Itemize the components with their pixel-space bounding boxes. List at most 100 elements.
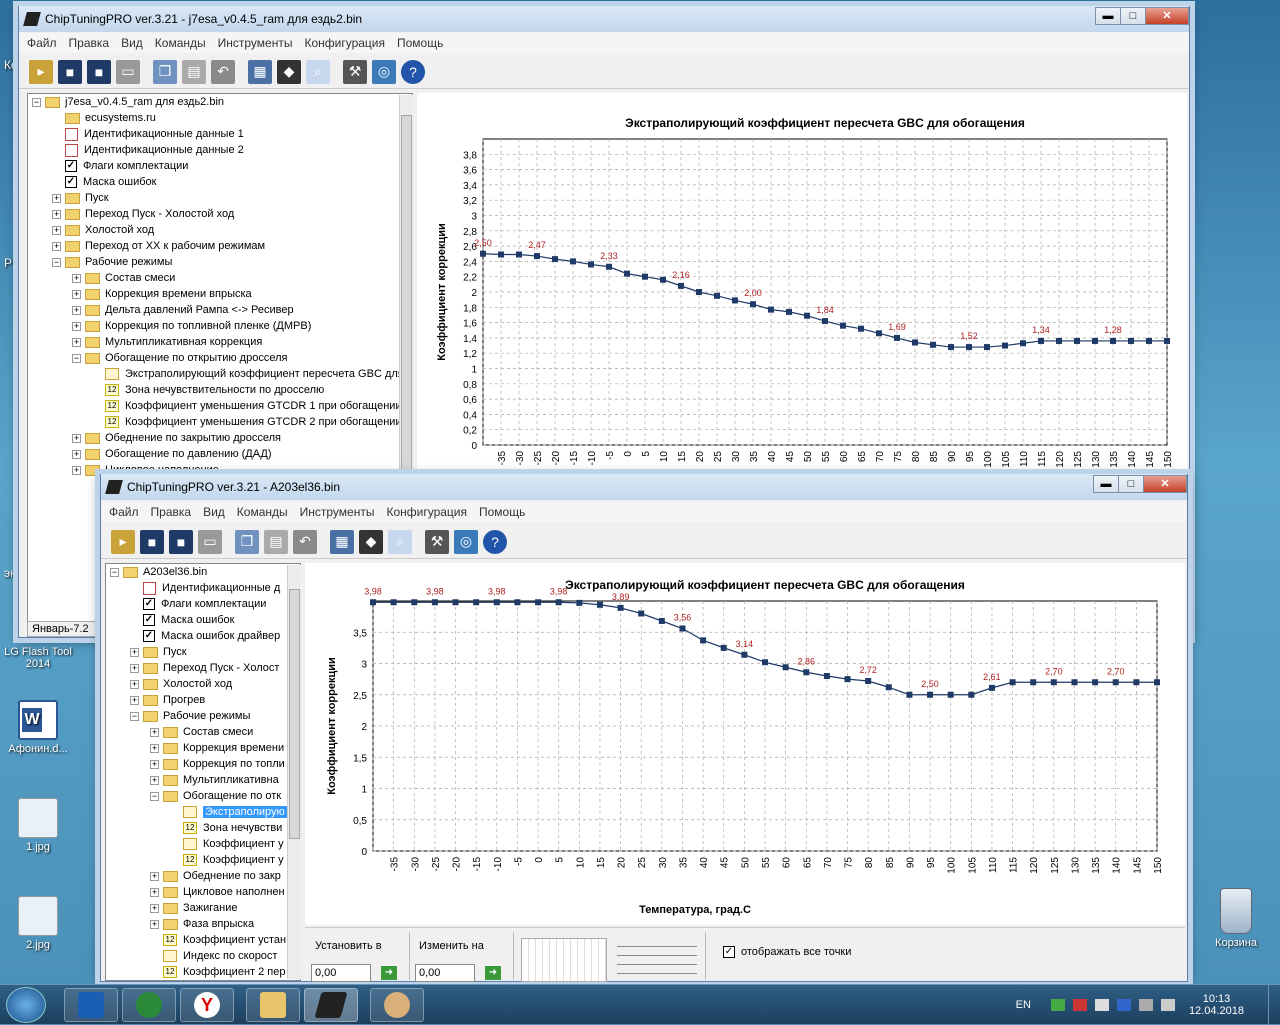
taskbar-yandex[interactable]: Y — [180, 988, 234, 1022]
tree-item[interactable]: 12 Зона нечувстви — [106, 820, 300, 836]
tree-item[interactable]: − Рабочие режимы — [106, 708, 300, 724]
expand-icon[interactable]: + — [150, 759, 159, 769]
expand-icon[interactable]: + — [52, 241, 61, 251]
taskbar-explorer[interactable] — [246, 988, 300, 1022]
tree-item[interactable]: 12 Зона нечувствительности по дросселю — [28, 382, 412, 398]
scroll-thumb[interactable] — [401, 115, 412, 495]
expand-icon[interactable]: + — [150, 919, 159, 929]
tree-item[interactable]: ecusystems.ru — [28, 110, 412, 126]
tree-item[interactable]: Идентификационные д — [106, 580, 300, 596]
tree-item[interactable]: Экстраполирую — [106, 804, 300, 820]
tree-item[interactable]: ✓ Флаги комплектации — [28, 158, 412, 174]
tree-item[interactable]: + Коррекция времени впрыска — [28, 286, 412, 302]
change-value-input[interactable]: 0,00 — [415, 964, 475, 982]
tree-item[interactable]: + Дельта давлений Рампа <-> Ресивер — [28, 302, 412, 318]
show-desktop-button[interactable] — [1268, 985, 1280, 1025]
expand-icon[interactable]: + — [130, 695, 139, 705]
menu-item[interactable]: Файл — [109, 505, 139, 519]
desktop-icon-1-jpg[interactable]: 1.jpg — [0, 798, 76, 853]
network-icon[interactable]: ◎ — [372, 59, 396, 84]
expand-icon[interactable]: + — [150, 743, 159, 753]
menu-item[interactable]: Команды — [155, 36, 206, 50]
tree-item[interactable]: + Пуск — [28, 190, 412, 206]
expand-icon[interactable]: + — [52, 193, 61, 203]
tree-item[interactable]: + Цикловое наполнен — [106, 884, 300, 900]
desktop-icon-lg-flash-tool[interactable]: LG Flash Tool 2014 — [0, 646, 76, 670]
expand-icon[interactable]: + — [72, 449, 81, 459]
tree-item[interactable]: + Мультипликативная коррекция — [28, 334, 412, 350]
menu-item[interactable]: Файл — [27, 36, 57, 50]
minimize-button[interactable]: ▬ — [1093, 475, 1119, 493]
tree-item[interactable]: + Прогрев — [106, 692, 300, 708]
language-indicator[interactable]: EN — [1016, 999, 1031, 1011]
tree-item[interactable]: 12 Коэффициент устан — [106, 932, 300, 948]
tree-item[interactable]: + Коррекция времени — [106, 740, 300, 756]
expand-icon[interactable]: + — [150, 887, 159, 897]
network-icon[interactable]: ◎ — [454, 529, 478, 554]
apply-set-arrow-icon[interactable]: ➜ — [381, 966, 397, 980]
tree-item[interactable]: + Переход Пуск - Холост — [106, 660, 300, 676]
save-icon[interactable]: ■ — [58, 59, 82, 84]
tree-item[interactable]: − Обогащение по открытию дросселя — [28, 350, 412, 366]
print-icon[interactable]: ▭ — [198, 529, 222, 554]
desktop-icon-recycle-bin[interactable]: Корзина — [1198, 888, 1274, 949]
search-icon[interactable]: ⌕ — [388, 529, 412, 554]
expand-icon[interactable]: + — [150, 871, 159, 881]
close-button[interactable]: ✕ — [1145, 7, 1189, 25]
tree-item[interactable]: + Переход Пуск - Холостой ход — [28, 206, 412, 222]
tree-item[interactable]: − Рабочие режимы — [28, 254, 412, 270]
set-value-input[interactable]: 0,00 — [311, 964, 371, 982]
expand-icon[interactable]: + — [72, 337, 81, 347]
expand-icon[interactable]: + — [52, 209, 61, 219]
tree-item[interactable]: + Обеднение по закр — [106, 868, 300, 884]
desktop-icon-word-document[interactable]: W Афонин.d... — [0, 700, 76, 755]
window1-titlebar[interactable]: ChipTuningPRO ver.3.21 - j7esa_v0.4.5_ra… — [19, 6, 1189, 32]
tree-item[interactable]: − j7esa_v0.4.5_ram для ездь2.bin — [28, 94, 412, 110]
expand-icon[interactable]: + — [130, 679, 139, 689]
tree-item[interactable]: Экстраполирующий коэффициент пересчета G… — [28, 366, 412, 382]
menu-item[interactable]: Правка — [151, 505, 192, 519]
print-icon[interactable]: ▭ — [116, 59, 140, 84]
collapse-icon[interactable]: − — [52, 257, 61, 267]
expand-icon[interactable]: + — [72, 433, 81, 443]
menu-item[interactable]: Конфигурация — [386, 505, 467, 519]
expand-icon[interactable]: + — [150, 775, 159, 785]
tree-item[interactable]: + Мультипликативна — [106, 772, 300, 788]
expand-icon[interactable]: + — [72, 321, 81, 331]
open-folder-icon[interactable]: ▸ — [29, 59, 53, 84]
tray-network-icon[interactable] — [1138, 999, 1153, 1011]
tray-app-icon[interactable] — [1050, 999, 1065, 1011]
desktop-icon-2-jpg[interactable]: 2.jpg — [0, 896, 76, 951]
tree-item[interactable]: ✓ Флаги комплектации — [106, 596, 300, 612]
close-button[interactable]: ✕ — [1143, 475, 1187, 493]
apply-change-arrow-icon[interactable]: ➜ — [485, 966, 501, 980]
tree-item[interactable]: 12 Коэффициент уменьшения GTCDR 1 при обо… — [28, 398, 412, 414]
save-as-icon[interactable]: ■ — [87, 59, 111, 84]
tree-item[interactable]: ✓ Маска ошибок драйвер — [106, 628, 300, 644]
taskbar-chiptuning[interactable] — [304, 988, 358, 1022]
chart-icon[interactable]: ▦ — [330, 529, 354, 554]
chart-icon[interactable]: ▦ — [248, 59, 272, 84]
tree-item[interactable]: Индекс по скорост — [106, 948, 300, 964]
menu-item[interactable]: Команды — [237, 505, 288, 519]
scroll-thumb[interactable] — [289, 589, 300, 839]
maximize-button[interactable]: □ — [1120, 7, 1146, 25]
tree-item[interactable]: + Обеднение по закрытию дросселя — [28, 430, 412, 446]
window2-tree[interactable]: − A203el36.bin Идентификационные д ✓ Флаги к… — [105, 563, 301, 981]
help-icon[interactable]: ? — [483, 529, 507, 554]
tree-item[interactable]: + Обогащение по давлению (ДАД) — [28, 446, 412, 462]
taskbar-outlook[interactable] — [64, 988, 118, 1022]
copy-icon[interactable]: ❐ — [235, 529, 259, 554]
tree-item[interactable]: + Коррекция по топливной пленке (ДМРВ) — [28, 318, 412, 334]
collapse-icon[interactable]: − — [130, 711, 139, 721]
tray-volume-icon[interactable] — [1160, 999, 1175, 1011]
info-icon[interactable]: ◆ — [359, 529, 383, 554]
menu-item[interactable]: Правка — [69, 36, 110, 50]
tree-item[interactable]: + Холостой ход — [28, 222, 412, 238]
tree-item[interactable]: − Обогащение по отк — [106, 788, 300, 804]
taskbar-paint[interactable] — [370, 988, 424, 1022]
tree-item[interactable]: + Холостой ход — [106, 676, 300, 692]
window2-titlebar[interactable]: ChipTuningPRO ver.3.21 - A203el36.bin — [101, 474, 1187, 500]
expand-icon[interactable]: + — [52, 225, 61, 235]
tools-icon[interactable]: ⚒ — [343, 59, 367, 84]
